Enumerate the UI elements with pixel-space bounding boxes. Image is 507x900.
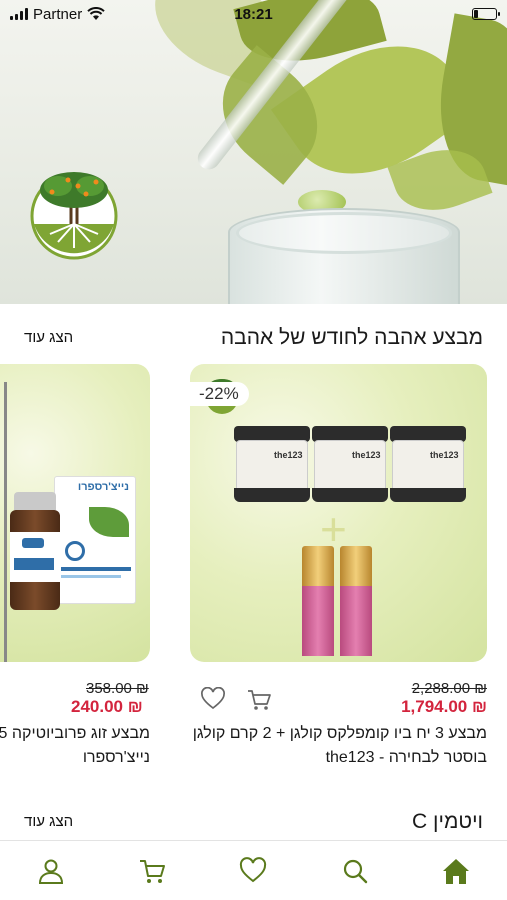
nav-cart[interactable] [127,846,177,896]
home-icon[interactable] [441,857,471,885]
nav-search[interactable] [330,846,380,896]
booster-bottle [302,546,334,656]
price-old: 358.00 ₪ [86,680,149,697]
price-new: 240.00 ₪ [71,697,143,716]
section-header-vitamin-c: ויטמין C הצג עוד [0,810,507,840]
user-icon[interactable] [37,857,65,885]
wifi-icon [87,7,105,20]
probiotic-box: נייצ'רספרו [54,476,136,604]
product-card-image[interactable]: נייצ'רספרו [0,364,150,662]
collagen-jar: the123 [390,426,466,504]
search-icon[interactable] [341,857,369,885]
collagen-jar: the123 [234,426,310,504]
price-old: 2,288.00 ₪ [411,680,487,697]
heart-icon[interactable] [239,856,267,885]
collagen-jar: the123 [312,426,388,504]
hero-banner[interactable] [0,0,507,304]
signal-icon [10,8,28,20]
main-content: מבצע אהבה לחודש של אהבה הצג עוד -22% the… [0,304,507,840]
probiotic-bottle [10,492,60,610]
status-time: 18:21 [234,5,273,23]
battery-icon [472,8,500,20]
section-title: ויטמין C [412,810,483,833]
cart-icon[interactable] [138,857,166,885]
product-title[interactable]: מבצע 3 יח ביו קומפלקס קולגן + 2 קרם קולג… [177,722,487,770]
carrier-label: Partner [33,5,83,23]
nav-wishlist[interactable] [228,846,278,896]
show-more-link[interactable]: הצג עוד [24,329,73,346]
nav-profile[interactable] [26,846,76,896]
cart-icon[interactable] [246,688,272,712]
nav-home[interactable] [431,846,481,896]
bottom-nav [0,840,507,900]
price-new: 1,794.00 ₪ [401,697,487,716]
discount-badge: -22% [190,382,249,406]
show-more-link[interactable]: הצג עוד [24,813,73,830]
product-card-image[interactable]: -22% the123 the123 the123 + [190,364,487,662]
section-title: מבצע אהבה לחודש של אהבה [220,326,483,349]
product-title[interactable]: מבצע זוג פרוביוטיקה 5 נייצ'רספרו [0,722,150,770]
section-header-love-sale: מבצע אהבה לחודש של אהבה הצג עוד [0,326,507,356]
status-bar: Partner 18:21 [0,0,507,28]
heart-icon[interactable] [200,687,226,711]
tree-logo-icon[interactable] [28,162,120,262]
booster-bottle [340,546,372,656]
